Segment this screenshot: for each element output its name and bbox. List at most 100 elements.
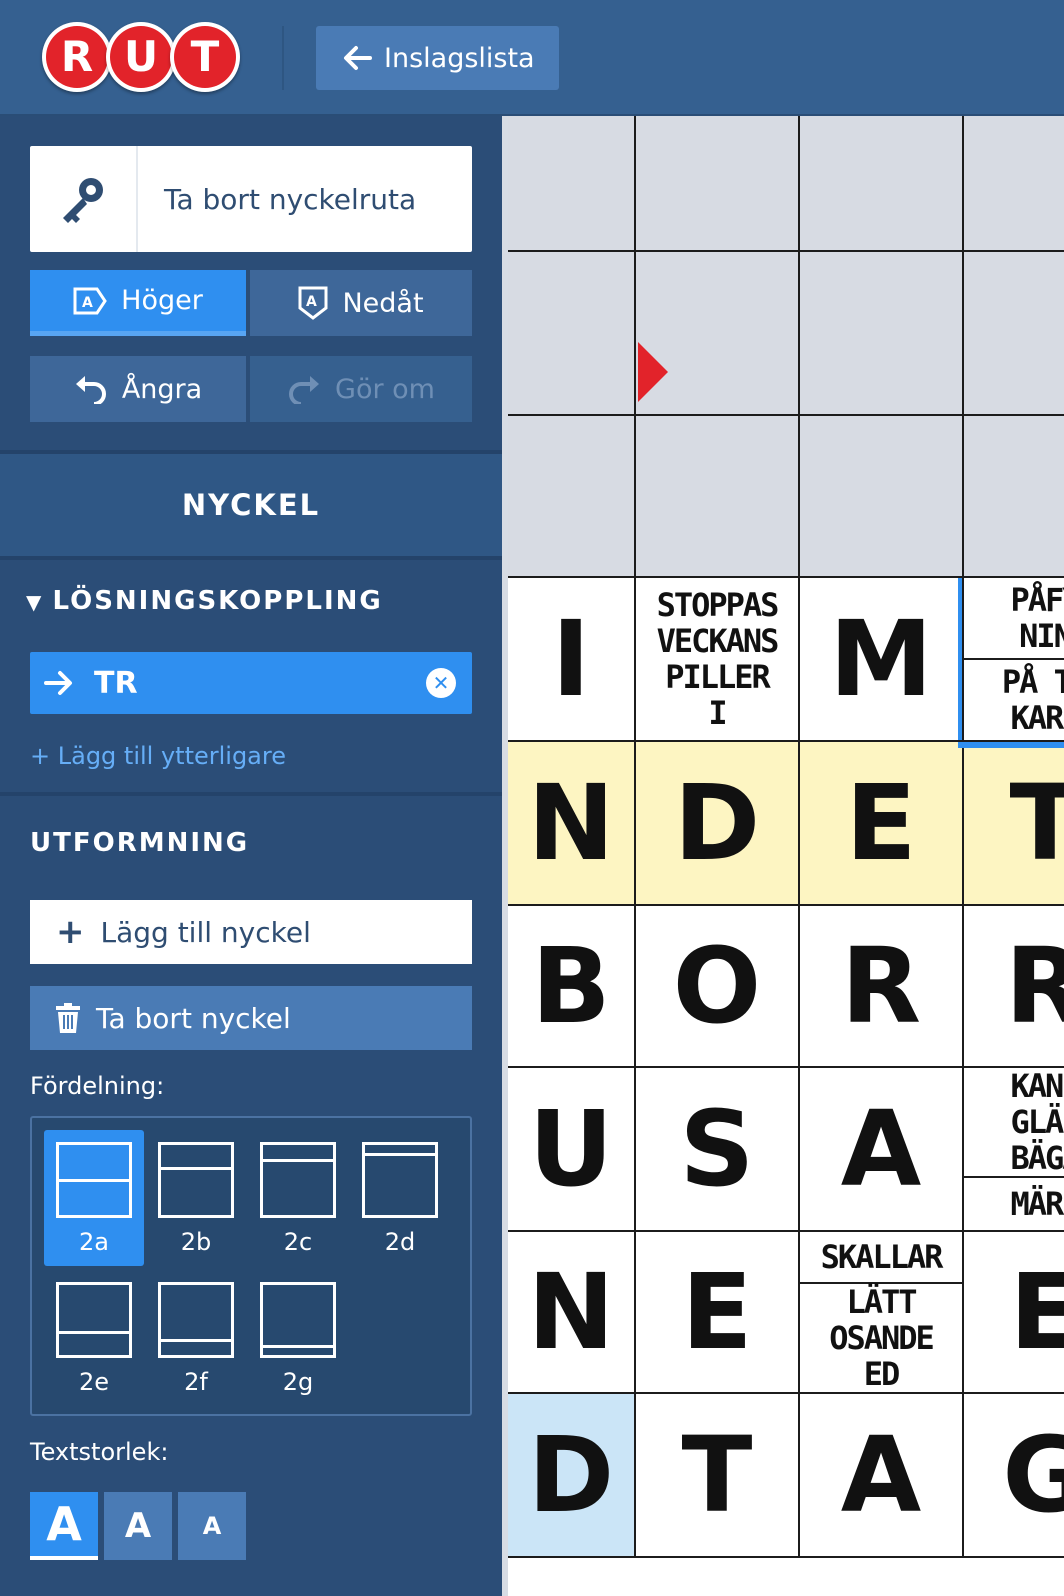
layout-preview-icon <box>158 1142 234 1218</box>
grid-cell[interactable]: A <box>800 1068 964 1232</box>
grid-cell[interactable]: T <box>636 1394 800 1558</box>
grid-letter: I <box>551 598 591 720</box>
trash-icon <box>56 1003 80 1033</box>
add-key-button[interactable]: + Lägg till nyckel <box>30 900 472 964</box>
grid-cell[interactable] <box>508 416 636 578</box>
clue-text: KANS GLÄD BÄGA <box>964 1068 1064 1178</box>
caret-down-icon: ▼ <box>26 590 42 614</box>
text-size-medium[interactable]: A <box>104 1492 172 1560</box>
grid-cell[interactable]: E <box>636 1232 800 1394</box>
grid-cell[interactable] <box>636 416 800 578</box>
grid-letter: N <box>527 1251 615 1373</box>
key-icon <box>30 146 138 252</box>
grid-cell[interactable]: E <box>800 742 964 906</box>
grid-cell[interactable]: PÅFY NINPÅ TU KARS <box>958 572 1064 748</box>
grid-cell[interactable] <box>508 116 636 252</box>
grid-cell[interactable]: T <box>964 742 1064 906</box>
remove-key-button[interactable]: Ta bort nyckel <box>30 986 472 1050</box>
grid-cell[interactable]: M <box>800 578 964 742</box>
grid-letter: R <box>840 925 922 1047</box>
grid-letter: R <box>1005 925 1064 1047</box>
distribution-option-2e[interactable]: 2e <box>44 1270 144 1406</box>
back-to-list-button[interactable]: Inslagslista <box>316 26 559 90</box>
svg-text:A: A <box>82 295 93 311</box>
grid-letter: T <box>1010 762 1064 884</box>
top-bar: R U T Inslagslista <box>0 0 1064 116</box>
distribution-option-label: 2a <box>79 1228 109 1256</box>
logo-circle-u: U <box>106 22 176 92</box>
grid-cell[interactable] <box>636 116 800 252</box>
grid-cell[interactable] <box>800 252 964 416</box>
grid-letter: B <box>531 925 611 1047</box>
grid-cell[interactable] <box>964 252 1064 416</box>
grid-letter: D <box>527 1414 615 1536</box>
layout-preview-icon <box>362 1142 438 1218</box>
distribution-option-2a[interactable]: 2a <box>44 1130 144 1266</box>
grid-letter: S <box>679 1088 755 1210</box>
clue-text: PÅ TU KARS <box>1001 663 1064 737</box>
grid-cell[interactable]: SKALLAR LÄTT OSANDE ED <box>800 1232 964 1394</box>
grid-cell[interactable]: U <box>508 1068 636 1232</box>
grid-cell[interactable]: E <box>964 1232 1064 1394</box>
grid-letter: N <box>527 762 615 884</box>
distribution-option-2b[interactable]: 2b <box>146 1130 246 1266</box>
svg-text:A: A <box>306 294 317 310</box>
add-more-link[interactable]: + Lägg till ytterligare <box>30 742 286 770</box>
grid-cell[interactable]: N <box>508 1232 636 1394</box>
rut-logo[interactable]: R U T <box>42 22 248 92</box>
grid-cell[interactable]: A <box>800 1394 964 1558</box>
solution-link-header[interactable]: ▼ LÖSNINGSKOPPLING <box>26 586 383 616</box>
distribution-option-2g[interactable]: 2g <box>248 1270 348 1406</box>
text-size-small[interactable]: A <box>178 1492 246 1560</box>
undo-button[interactable]: Ångra <box>30 356 246 422</box>
text-size-large[interactable]: A <box>30 1492 98 1560</box>
solution-link-chip[interactable]: TR ✕ <box>30 652 472 714</box>
grid-cell[interactable] <box>508 252 636 416</box>
grid-letter: T <box>681 1414 753 1536</box>
grid-cell[interactable]: G <box>964 1394 1064 1558</box>
layout-preview-icon <box>260 1282 336 1358</box>
grid-letter: G <box>1002 1414 1064 1536</box>
grid-letter: E <box>845 762 917 884</box>
remove-key-cell-label: Ta bort nyckelruta <box>164 182 417 216</box>
grid-cell[interactable]: I <box>508 578 636 742</box>
grid-cell[interactable]: R <box>800 906 964 1068</box>
sidebar: Ta bort nyckelruta A Höger A Nedåt Ångra… <box>0 116 502 1596</box>
grid-cell[interactable]: N <box>508 742 636 906</box>
distribution-option-2d[interactable]: 2d <box>350 1130 450 1266</box>
grid-letter: D <box>673 762 761 884</box>
add-key-label: Lägg till nyckel <box>100 915 311 949</box>
grid-cell[interactable]: D <box>508 1394 636 1558</box>
grid-letter: O <box>672 925 762 1047</box>
redo-icon <box>289 376 320 404</box>
grid-cell[interactable]: R <box>964 906 1064 1068</box>
redo-button[interactable]: Gör om <box>250 356 472 422</box>
remove-chip-icon[interactable]: ✕ <box>426 668 456 698</box>
grid-cell[interactable]: D <box>636 742 800 906</box>
arrow-right-icon <box>44 671 72 695</box>
grid-cell[interactable] <box>964 116 1064 252</box>
grid-cell[interactable]: B <box>508 906 636 1068</box>
grid-cell[interactable]: S <box>636 1068 800 1232</box>
grid-cell[interactable] <box>800 416 964 578</box>
grid-letter: U <box>528 1088 614 1210</box>
distribution-option-2c[interactable]: 2c <box>248 1130 348 1266</box>
logo-letter: R <box>46 26 108 88</box>
distribution-option-label: 2d <box>384 1228 416 1256</box>
grid-cell[interactable] <box>964 416 1064 578</box>
grid-cell[interactable]: STOPPAS VECKANS PILLER I <box>636 578 800 742</box>
redo-label: Gör om <box>335 373 435 405</box>
logo-circle-r: R <box>42 22 112 92</box>
remove-key-cell-button[interactable]: Ta bort nyckelruta <box>30 146 472 252</box>
crossword-grid[interactable]: GATDESKALLARLÄTT OSANDE EDENKANS GLÄD BÄ… <box>502 116 1064 1596</box>
direction-arrow-icon <box>638 342 668 402</box>
direction-right-button[interactable]: A Höger <box>30 270 246 336</box>
grid-cell[interactable] <box>800 116 964 252</box>
grid-cell[interactable]: KANS GLÄD BÄGA MÄRK <box>964 1068 1064 1232</box>
grid-cell[interactable]: O <box>636 906 800 1068</box>
distribution-option-2f[interactable]: 2f <box>146 1270 246 1406</box>
direction-down-button[interactable]: A Nedåt <box>250 270 472 336</box>
clue-text: PÅFY NIN <box>964 578 1064 660</box>
distribution-label: Fördelning: <box>30 1072 165 1100</box>
header-divider <box>282 26 284 90</box>
